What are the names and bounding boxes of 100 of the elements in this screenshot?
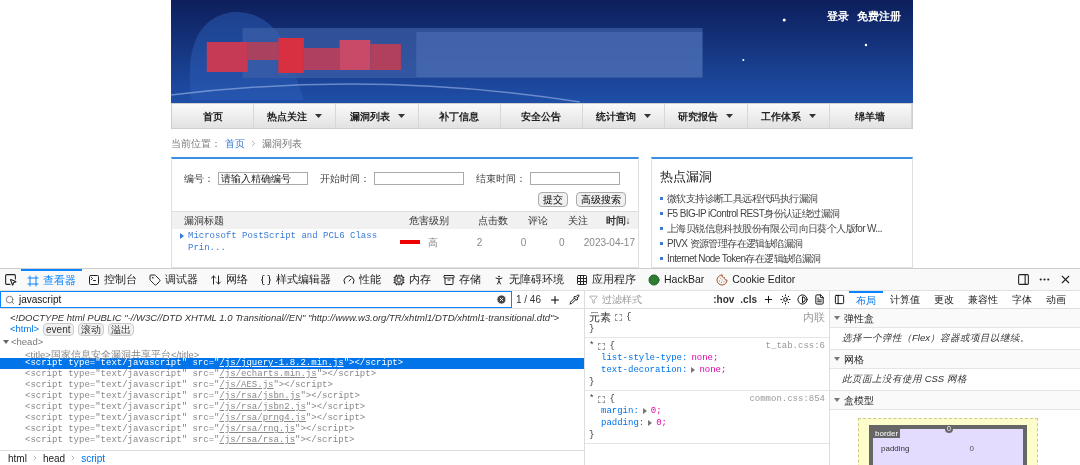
hot-item-link[interactable]: PIVX 资源管理存在逻辑缺陷漏洞 bbox=[667, 235, 803, 251]
devtools-tab[interactable]: 调试器 bbox=[143, 269, 204, 290]
vulnerability-link[interactable]: Microsoft PostScript and PCL6 Class Prin... bbox=[188, 230, 378, 254]
tree-node[interactable]: <html> bbox=[10, 322, 40, 337]
chip-icon bbox=[393, 273, 405, 286]
column-header: 漏洞标题 bbox=[183, 214, 225, 228]
node-icon bbox=[598, 395, 606, 403]
css-property: text-decoration: bbox=[601, 364, 688, 376]
column-header: 评论 bbox=[527, 214, 550, 228]
expand-triangle-icon[interactable] bbox=[834, 397, 840, 403]
nav-item[interactable]: 补丁信息 bbox=[418, 104, 501, 128]
column-header: 点击数 bbox=[476, 214, 509, 228]
add-icon[interactable] bbox=[549, 293, 561, 306]
layout-tab[interactable]: 兼容性 bbox=[961, 291, 1005, 308]
node-badge[interactable]: 溢出 bbox=[107, 323, 134, 336]
tree-node[interactable]: <head> bbox=[11, 336, 44, 347]
tree-node[interactable]: <script type="text/javascript" src="/js/echarts.min.js"></script> bbox=[0, 369, 584, 380]
expand-triangle-icon[interactable] bbox=[834, 315, 840, 321]
cls-button[interactable]: .cls bbox=[740, 292, 757, 307]
storage-icon bbox=[443, 273, 455, 286]
devtools-tab[interactable]: 控制台 bbox=[82, 269, 143, 290]
devtools-tab[interactable]: 存储 bbox=[437, 269, 487, 290]
breadcrumb-item[interactable]: script bbox=[81, 450, 106, 465]
layout-tab[interactable]: 字体 bbox=[1005, 291, 1039, 308]
devtools-tab[interactable]: Cookie Editor bbox=[710, 269, 802, 290]
devtools-tab[interactable]: 网络 bbox=[204, 269, 254, 290]
hot-item-link[interactable]: 微软支持诊断工具远程代码执行漏洞 bbox=[667, 190, 818, 206]
chevron-icon bbox=[249, 138, 258, 148]
devtools-tab[interactable]: 样式编辑器 bbox=[254, 269, 337, 290]
layout-tab[interactable]: 更改 bbox=[927, 291, 961, 308]
form-button[interactable]: 提交 bbox=[538, 192, 568, 207]
dock-icon[interactable] bbox=[1017, 273, 1030, 286]
table-cell-text: 2023-04-17 bbox=[582, 235, 636, 250]
devtools-tab[interactable]: 无障碍环境 bbox=[487, 269, 570, 290]
doctype-line: <!DOCTYPE html PUBLIC "-//W3C//DTD XHTML 1.0 Transitional//EN" "http://www.w3.org/TR/xhtml1/DTD/xhtml1-transitional.dtd"> bbox=[9, 312, 560, 323]
devtools-tab[interactable]: 内存 bbox=[387, 269, 437, 290]
devtools-tab[interactable]: 性能 bbox=[337, 269, 387, 290]
css-value: none; bbox=[699, 364, 727, 376]
layout-tab[interactable]: 动画 bbox=[1039, 291, 1073, 308]
hot-item-link[interactable]: Internet Node Token存在逻辑缺陷漏洞 bbox=[667, 250, 821, 266]
devtools-tab[interactable]: 应用程序 bbox=[570, 269, 642, 290]
contrast-icon[interactable] bbox=[797, 294, 808, 305]
hot-item-link[interactable]: 上海贝锐信息科技股份有限公司向日葵个人版for W... bbox=[667, 220, 882, 236]
nav-item[interactable]: 热点关注 bbox=[254, 104, 337, 128]
input-field[interactable] bbox=[374, 172, 464, 185]
form-button[interactable]: 高级搜索 bbox=[576, 192, 626, 207]
hov-button[interactable]: :hov bbox=[713, 292, 735, 307]
hot-item-link[interactable]: F5 BIG-IP iControl REST身份认证绕过漏洞 bbox=[667, 205, 840, 221]
grid-icon bbox=[576, 273, 588, 286]
input-field[interactable]: 请输入精确编号 bbox=[218, 172, 308, 185]
tree-node[interactable]: <script type="text/javascript" src="/js/rsa/rsa.js"></script> bbox=[0, 435, 584, 446]
add-icon[interactable] bbox=[763, 294, 774, 305]
nav-item[interactable]: 安全公告 bbox=[500, 104, 584, 128]
tree-node[interactable]: <script type="text/javascript" src="/js/rsa/prng4.js"></script> bbox=[0, 413, 584, 424]
breadcrumb-item[interactable]: html bbox=[8, 450, 27, 465]
sun-icon[interactable] bbox=[780, 294, 791, 305]
match-count: 1 / 46 bbox=[514, 293, 542, 307]
breadcrumb-link[interactable]: 首页 bbox=[225, 135, 245, 151]
section-title[interactable]: 弹性盒 bbox=[844, 310, 874, 326]
nav-item[interactable]: 研究报告 bbox=[665, 104, 748, 128]
document-icon[interactable] bbox=[814, 294, 825, 305]
node-badge[interactable]: 滚动 bbox=[77, 323, 104, 336]
tree-node[interactable]: <script type="text/javascript" src="/js/rsa/jsbn.js"></script> bbox=[0, 391, 584, 402]
section-title[interactable]: 网格 bbox=[844, 351, 864, 367]
nav-item[interactable]: 首页 bbox=[172, 104, 255, 128]
nav-item[interactable]: 工作体系 bbox=[747, 104, 830, 128]
layout-tab[interactable]: 计算值 bbox=[883, 291, 927, 308]
section-title[interactable]: 盒模型 bbox=[844, 392, 874, 408]
column-header: 关注 bbox=[567, 214, 590, 228]
expand-triangle-icon[interactable] bbox=[834, 356, 840, 362]
sidebar-toggle-icon[interactable] bbox=[834, 294, 845, 305]
bullet-icon bbox=[660, 256, 663, 260]
header-link[interactable]: 免费注册 bbox=[857, 8, 901, 25]
element-picker-icon[interactable] bbox=[4, 273, 17, 286]
input-field[interactable] bbox=[530, 172, 620, 185]
eyedropper-icon[interactable] bbox=[569, 294, 580, 305]
expand-triangle-icon[interactable] bbox=[642, 408, 647, 414]
tag-icon bbox=[149, 273, 161, 286]
tree-node[interactable]: <script type="text/javascript" src="/js/rsa/jsbn2.js"></script> bbox=[0, 402, 584, 413]
node-icon bbox=[615, 313, 622, 321]
nav-item[interactable]: 漏洞列表 bbox=[336, 104, 419, 128]
header-link[interactable]: 登录 bbox=[827, 8, 849, 25]
expand-triangle-icon[interactable] bbox=[648, 420, 653, 426]
expand-triangle-icon[interactable] bbox=[691, 367, 696, 373]
tree-node[interactable]: <script type="text/javascript" src="/js/AES.js"></script> bbox=[0, 380, 584, 391]
node-badge[interactable]: event bbox=[43, 323, 74, 336]
rule-selector: 元素 bbox=[589, 311, 611, 323]
nav-item[interactable]: 统计查询 bbox=[583, 104, 666, 128]
tree-node[interactable]: <script type="text/javascript" src="/js/rsa/rng.js"></script> bbox=[0, 424, 584, 435]
clear-icon[interactable] bbox=[495, 294, 507, 305]
tree-node[interactable]: <script type="text/javascript" src="/js/jquery-1.8.2.min.js"></script> bbox=[0, 358, 584, 369]
devtools-tab[interactable]: 查看器 bbox=[21, 269, 82, 290]
devtools-tab[interactable]: HackBar bbox=[642, 269, 711, 290]
nav-item[interactable]: 绵羊墙 bbox=[829, 104, 912, 128]
search-icon bbox=[5, 294, 15, 305]
close-icon[interactable] bbox=[1059, 273, 1072, 286]
expand-triangle-icon[interactable] bbox=[3, 338, 9, 345]
breadcrumb-link[interactable]: 漏洞列表 bbox=[262, 135, 302, 151]
breadcrumb-item[interactable]: head bbox=[42, 450, 66, 465]
search-field[interactable]: javascript bbox=[0, 291, 512, 308]
